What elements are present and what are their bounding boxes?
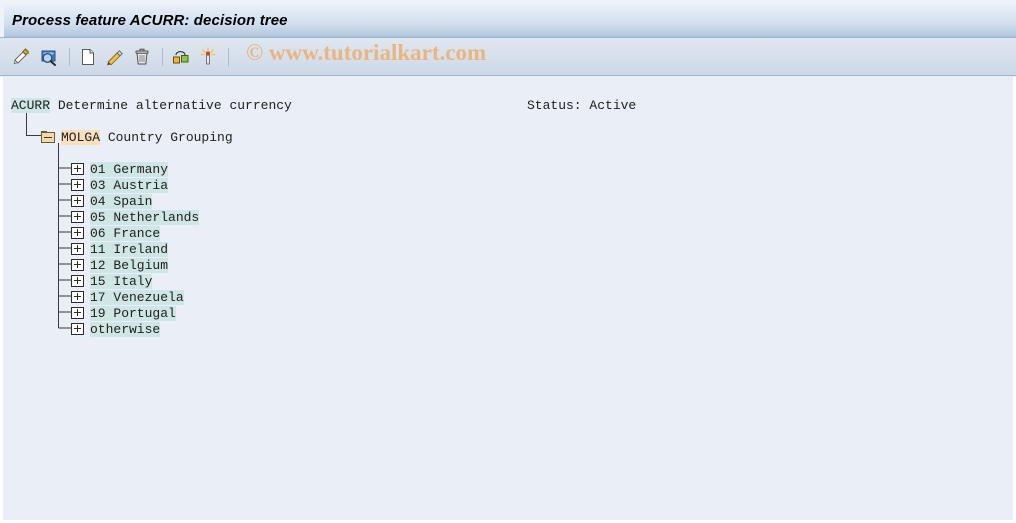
tree-node-child[interactable]: 04 Spain [71, 193, 153, 209]
tree-node-child[interactable]: 05 Netherlands [71, 209, 200, 225]
child-label: 19 Portugal [90, 305, 176, 321]
tree-node-child[interactable]: 17 Venezuela [71, 289, 184, 305]
toolbar-separator [228, 47, 229, 66]
expand-plus-icon[interactable] [71, 179, 84, 191]
child-label: 15 Italy [90, 273, 153, 289]
application-toolbar [0, 38, 1016, 76]
create-icon[interactable] [76, 45, 100, 69]
edit-icon[interactable] [103, 45, 127, 69]
tree-root-node[interactable]: ACURR Determine alternative currency [11, 97, 292, 113]
expand-plus-icon[interactable] [71, 275, 84, 287]
titlebar-edge [0, 4, 4, 37]
change-mode-icon[interactable] [10, 45, 34, 69]
expand-plus-icon[interactable] [71, 163, 84, 175]
feature-description: Determine alternative currency [50, 97, 292, 113]
tree-node-child[interactable]: 15 Italy [71, 273, 153, 289]
child-label: 11 Ireland [90, 241, 169, 257]
child-label: 05 Netherlands [90, 209, 200, 225]
expand-plus-icon[interactable] [71, 243, 84, 255]
molga-code: MOLGA [61, 129, 101, 145]
tree-node-child[interactable]: otherwise [71, 321, 161, 337]
tree-node-child[interactable]: 06 France [71, 225, 161, 241]
copy-icon[interactable] [169, 45, 193, 69]
tree-node-child[interactable]: 03 Austria [71, 177, 169, 193]
expand-plus-icon[interactable] [71, 211, 84, 223]
display-mode-icon[interactable] [37, 45, 61, 69]
tree-node-child[interactable]: 01 Germany [71, 161, 169, 177]
tree-node-molga[interactable]: MOLGA Country Grouping [41, 129, 233, 145]
window-titlebar: Process feature ACURR: decision tree [0, 0, 1016, 38]
page-title: Process feature ACURR: decision tree [12, 11, 288, 29]
child-label: 17 Venezuela [90, 289, 184, 305]
child-label: 03 Austria [90, 177, 169, 193]
decision-tree-panel: ACURR Determine alternative currency Sta… [0, 77, 1016, 523]
activate-icon[interactable] [196, 45, 220, 69]
status-label: Status: Active [527, 97, 637, 113]
toolbar-separator [162, 47, 163, 66]
folder-open-icon[interactable] [41, 131, 55, 143]
expand-plus-icon[interactable] [71, 227, 84, 239]
tree-node-child[interactable]: 11 Ireland [71, 241, 169, 257]
delete-icon[interactable] [130, 45, 154, 69]
toolbar-separator [69, 47, 70, 66]
child-label: otherwise [90, 321, 161, 337]
expand-plus-icon[interactable] [71, 307, 84, 319]
feature-status: Status: Active [527, 97, 636, 113]
molga-description: Country Grouping [100, 129, 233, 145]
child-label: 04 Spain [90, 193, 153, 209]
feature-code: ACURR [11, 97, 51, 113]
tree-node-child[interactable]: 19 Portugal [71, 305, 176, 321]
child-label: 01 Germany [90, 161, 169, 177]
expand-plus-icon[interactable] [71, 259, 84, 271]
expand-plus-icon[interactable] [71, 291, 84, 303]
child-label: 12 Belgium [90, 257, 169, 273]
expand-plus-icon[interactable] [71, 195, 84, 207]
child-label: 06 France [90, 225, 161, 241]
sap-window: Process feature ACURR: decision tree © w… [0, 0, 1016, 523]
tree-node-child[interactable]: 12 Belgium [71, 257, 169, 273]
expand-plus-icon[interactable] [71, 323, 84, 335]
